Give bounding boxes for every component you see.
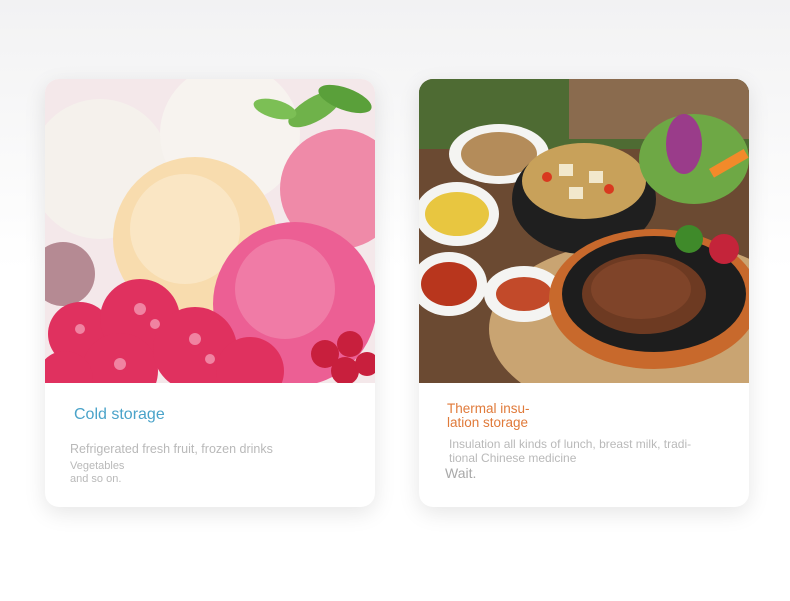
card-description-line1: Insulation all kinds of lunch, breast mi…: [449, 437, 692, 451]
thermal-storage-card: Thermal insu- lation storage Insulation …: [419, 79, 749, 507]
card-title: Cold storage: [74, 406, 165, 423]
card-note-line1: Vegetables: [70, 460, 125, 472]
cold-storage-card: Cold storage Refrigerated fresh fruit, f…: [45, 79, 375, 507]
card-note: Wait.: [445, 465, 477, 481]
card-description: Refrigerated fresh fruit, frozen drinks: [70, 442, 273, 456]
card-description-line2: tional Chinese medicine: [449, 451, 577, 465]
ice-cream-image: [45, 79, 375, 383]
card-note-line2: and so on.: [70, 473, 122, 485]
card-title-line1: Thermal insu-: [447, 401, 530, 416]
food-meal-image: [419, 79, 749, 383]
card-title-line2: lation storage: [447, 415, 529, 430]
